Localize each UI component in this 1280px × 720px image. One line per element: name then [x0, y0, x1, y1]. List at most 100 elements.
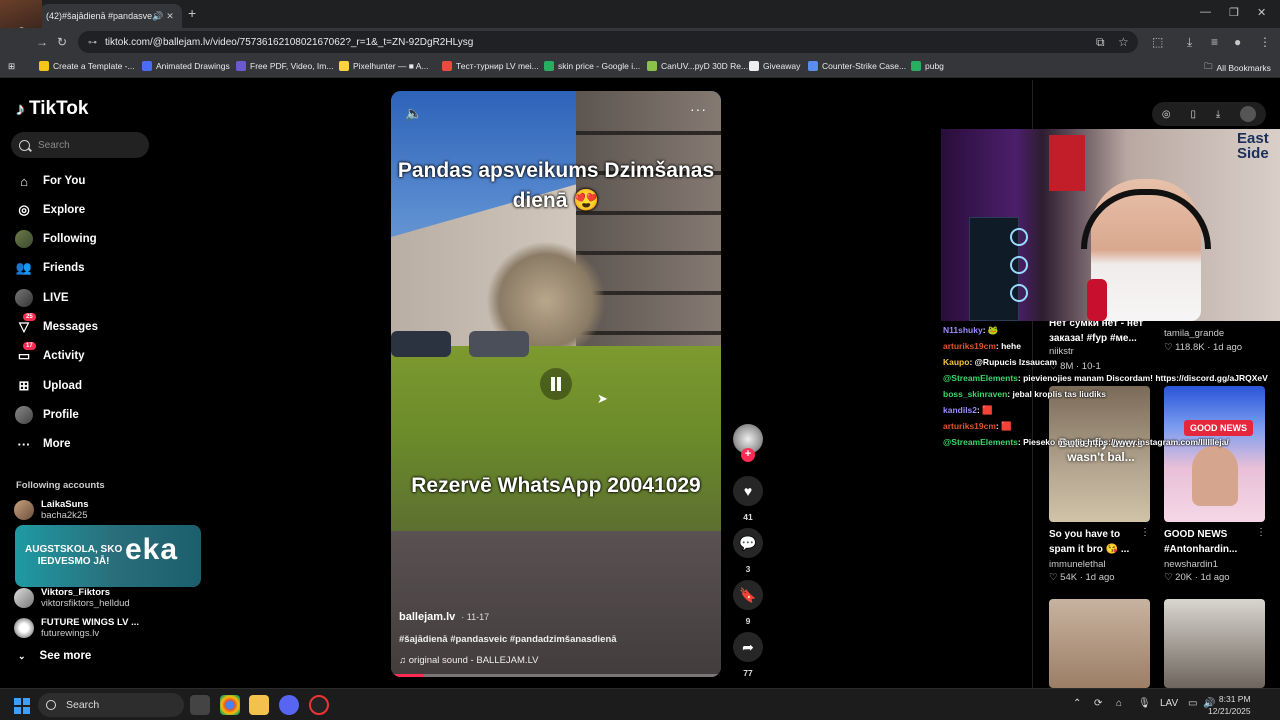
- nav-for-you[interactable]: ⌂ For You: [15, 169, 85, 193]
- tray-app-icon[interactable]: ⟳: [1094, 698, 1102, 709]
- card-meta: ♡ 20K · 1d ago: [1164, 572, 1230, 583]
- chat-message: @StreamElements: pievienojies manam Disc…: [943, 370, 1268, 386]
- nav-activity[interactable]: ▭ 17 Activity: [15, 342, 85, 368]
- user-avatar[interactable]: [1240, 106, 1257, 122]
- file-explorer-icon[interactable]: [249, 695, 269, 715]
- chevron-up-icon[interactable]: ⌃: [1073, 698, 1081, 709]
- chevron-down-icon: ⌄: [18, 650, 26, 661]
- see-more-button[interactable]: ⌄ See more: [18, 650, 91, 662]
- card-title[interactable]: GOOD NEWS #Antonhardin...: [1164, 527, 1264, 557]
- more-options-icon[interactable]: ···: [690, 101, 707, 117]
- nav-messages[interactable]: ▽ 25 Messages: [15, 313, 98, 339]
- thumbnail-person: [1192, 446, 1238, 506]
- following-account[interactable]: FUTURE WINGS LV ... futurewings.lv: [14, 617, 139, 639]
- feed-thumbnail[interactable]: [1049, 599, 1150, 688]
- chat-text: : Pieseko man ig https://www.instagram.c…: [1017, 437, 1229, 447]
- kebab-menu-icon[interactable]: ⋮: [1140, 527, 1150, 538]
- bookmark-item[interactable]: pubg: [911, 61, 944, 71]
- chat-username: @StreamElements: [943, 373, 1018, 383]
- follow-plus-icon[interactable]: +: [741, 448, 755, 462]
- url-field[interactable]: ⊶ tiktok.com/@ballejam.lv/video/75736162…: [78, 31, 1138, 53]
- site-info-icon[interactable]: ⊶: [88, 37, 97, 48]
- video-author[interactable]: ballejam.lv · 11-17: [399, 611, 489, 623]
- obs-icon[interactable]: [309, 695, 329, 715]
- feed-thumbnail[interactable]: [1164, 599, 1265, 688]
- nav-explore[interactable]: ◎ Explore: [15, 198, 85, 222]
- bookmark-item[interactable]: Create a Template -...: [39, 61, 135, 71]
- following-account[interactable]: LaikaSuns bacha2k25: [14, 499, 89, 521]
- chrome-menu-icon[interactable]: ⋮: [1259, 35, 1271, 49]
- browser-tab[interactable]: (42)#šajādienā #pandasveic 🔊 ✕: [40, 4, 182, 28]
- monitor-icon[interactable]: ▭: [1188, 698, 1197, 709]
- new-tab-button[interactable]: +: [188, 5, 196, 21]
- chat-message: arturiks19cm: hehe: [943, 338, 1268, 354]
- reload-icon[interactable]: ↻: [57, 35, 67, 49]
- nav-live[interactable]: LIVE: [15, 286, 69, 310]
- speaker-icon[interactable]: 🔊: [152, 11, 164, 22]
- system-clock[interactable]: 8:31 PM 12/21/2025: [1208, 693, 1251, 717]
- bookmark-item[interactable]: Animated Drawings: [142, 61, 230, 71]
- more-icon: ···: [17, 436, 31, 452]
- tiktok-logo[interactable]: ♪ TikTok: [16, 98, 88, 120]
- discord-icon[interactable]: [279, 695, 299, 715]
- task-view-icon[interactable]: [190, 695, 210, 715]
- share-button[interactable]: ➦ 77: [733, 632, 763, 678]
- bookmark-favicon: [442, 61, 452, 71]
- card-title[interactable]: So you have to spam it bro 😘 ...: [1049, 527, 1149, 557]
- nav-upload[interactable]: ⊞ Upload: [15, 374, 82, 398]
- bookmark-item[interactable]: Giveaway: [749, 61, 800, 71]
- bookmark-star-icon[interactable]: ☆: [1118, 35, 1129, 49]
- forward-icon[interactable]: →: [36, 35, 48, 49]
- card-user[interactable]: immunelethal: [1049, 559, 1106, 570]
- bookmark-item[interactable]: Counter-Strike Case...: [808, 61, 906, 71]
- nav-friends[interactable]: 👥 Friends: [15, 256, 85, 280]
- profile-avatar-icon[interactable]: ●: [1234, 35, 1241, 49]
- bookmark-item[interactable]: Pixelhunter — ■ A...: [339, 61, 429, 71]
- video-sound[interactable]: ♫ original sound - BALLEJAM.LV: [399, 655, 539, 666]
- nav-following[interactable]: Following: [15, 227, 97, 251]
- activity-icon: ▭ 17: [15, 342, 36, 365]
- apps-icon[interactable]: ⊞: [8, 61, 15, 72]
- download-icon[interactable]: ⤓: [1216, 109, 1220, 120]
- close-tab-icon[interactable]: ✕: [164, 11, 176, 22]
- language-indicator[interactable]: LAV: [1160, 698, 1178, 709]
- video-progress-bar[interactable]: [391, 674, 721, 677]
- nav-profile[interactable]: Profile: [15, 403, 79, 427]
- bookmark-item[interactable]: skin price - Google i...: [544, 61, 640, 71]
- download-icon[interactable]: ⤓: [1187, 35, 1192, 50]
- nav-more[interactable]: ··· More: [15, 432, 71, 456]
- close-window-icon[interactable]: ✕: [1257, 6, 1266, 19]
- banner-left-text: AUGSTSKOLA, SKO IEDVESMO JĀ!: [25, 544, 123, 567]
- bookmark-item[interactable]: CanUV...pyD 30D Re...: [647, 61, 748, 71]
- windows-start-icon[interactable]: [14, 698, 30, 714]
- install-icon[interactable]: ⧉: [1096, 35, 1105, 50]
- all-bookmarks-button[interactable]: 🗀 All Bookmarks: [1204, 61, 1271, 75]
- video-player[interactable]: 🔈 ··· Pandas apsveikums Dzimšanas dienā …: [391, 91, 721, 677]
- compass-icon[interactable]: ◎: [1162, 109, 1171, 120]
- restore-icon[interactable]: ❐: [1229, 6, 1239, 19]
- media-icon[interactable]: ≡: [1211, 35, 1218, 49]
- bookmark-item[interactable]: Free PDF, Video, Im...: [236, 61, 333, 71]
- video-hashtags[interactable]: #šajādienā #pandasveic #pandadzimšanasdi…: [399, 634, 617, 645]
- chrome-icon[interactable]: [220, 695, 240, 715]
- phone-icon[interactable]: ▯: [1190, 109, 1196, 120]
- mic-icon[interactable]: 🎙: [1138, 698, 1151, 709]
- save-button[interactable]: 🔖 9: [733, 580, 763, 626]
- minimize-icon[interactable]: —: [1200, 6, 1211, 18]
- like-button[interactable]: ♥ 41: [733, 476, 763, 522]
- pc-fan: [1010, 256, 1028, 274]
- chat-message: arturiks19cm: 🟥: [943, 418, 1268, 434]
- volume-icon[interactable]: 🔈: [405, 105, 422, 122]
- heart-icon: ♥: [733, 476, 763, 506]
- bookmark-item[interactable]: Тест-турнир LV mei...: [442, 61, 539, 71]
- pause-icon[interactable]: [540, 368, 572, 400]
- taskbar-search[interactable]: Search: [38, 693, 184, 717]
- search-placeholder: Search: [38, 139, 70, 151]
- extensions-icon[interactable]: ⬚: [1152, 35, 1163, 49]
- following-account[interactable]: Viktors_Fiktors viktorsfiktors_helldud: [14, 587, 130, 609]
- search-input[interactable]: Search: [11, 132, 149, 158]
- network-icon[interactable]: ⌂: [1116, 698, 1122, 709]
- kebab-menu-icon[interactable]: ⋮: [1256, 527, 1266, 538]
- card-user[interactable]: newshardin1: [1164, 559, 1218, 570]
- comment-button[interactable]: 💬 3: [733, 528, 763, 574]
